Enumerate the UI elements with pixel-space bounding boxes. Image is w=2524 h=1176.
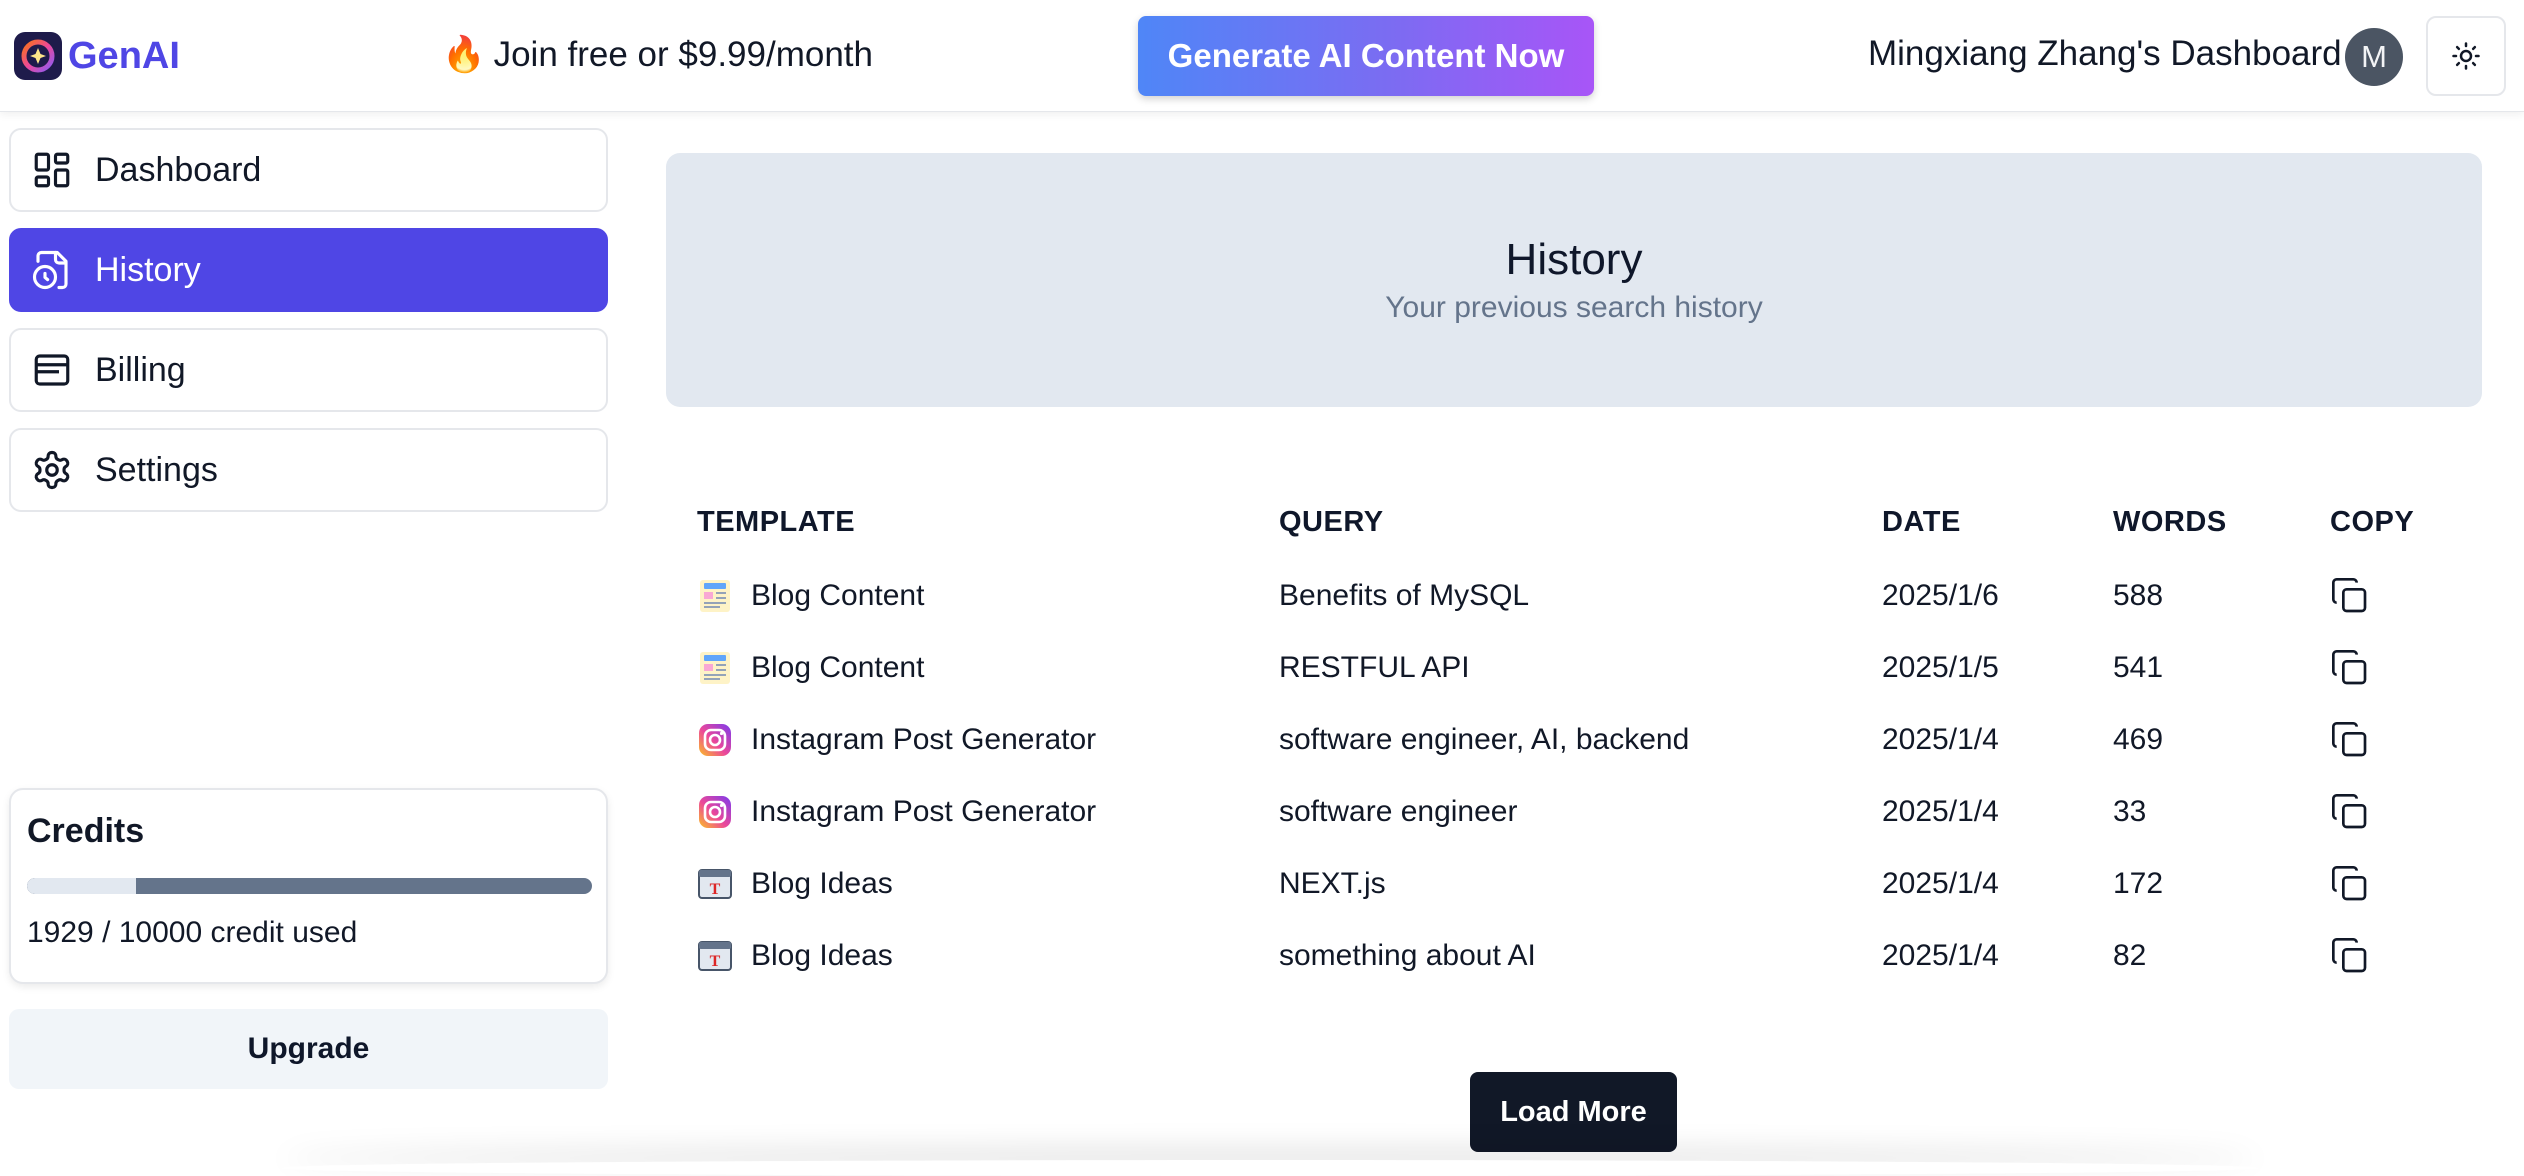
template-cell: T Blog Ideas [697,848,893,920]
instagram-icon [697,794,733,830]
blog-content-icon [697,578,733,614]
genai-logo-icon [14,32,62,80]
template-cell: Instagram Post Generator [697,776,1096,848]
wallet-icon [29,347,75,393]
column-header-template: TEMPLATE [697,506,856,538]
fire-icon: 🔥 [442,35,486,74]
upgrade-button[interactable]: Upgrade [9,1009,608,1089]
page-banner: History Your previous search history [666,153,2482,407]
template-name: Instagram Post Generator [751,795,1097,828]
page-title: History [1505,235,1643,284]
template-cell: Blog Content [697,632,924,704]
table-row: Instagram Post Generator software enginee… [0,704,2524,776]
file-clock-icon [29,247,75,293]
words-cell: 82 [2113,939,2147,972]
avatar[interactable]: M [2345,28,2403,86]
svg-text:T: T [710,881,721,898]
promo-text: Join free or $9.99/month [493,34,873,74]
sidebar-item-settings[interactable]: Settings [9,428,608,512]
column-header-query: QUERY [1279,506,1384,538]
table-row: T Blog Ideas NEXT.js 2025/1/4 172 [0,848,2524,920]
query-cell: Benefits of MySQL [1279,579,1530,612]
date-cell: 2025/1/4 [1882,939,1999,972]
bottom-edge-shadow [280,1160,2260,1176]
column-header-words: WORDS [2113,506,2227,538]
words-cell: 541 [2113,651,2164,684]
page-subtitle: Your previous search history [1385,291,1763,324]
copy-icon[interactable] [2330,720,2370,760]
sidebar-item-label: Settings [95,450,218,489]
sidebar-item-label: Dashboard [95,150,262,189]
template-cell: T Blog Ideas [697,920,893,992]
copy-icon[interactable] [2330,936,2370,976]
sidebar-item-dashboard[interactable]: Dashboard [9,128,608,212]
date-cell: 2025/1/4 [1882,723,1999,756]
generate-content-button[interactable]: Generate AI Content Now [1138,16,1594,96]
template-name: Blog Content [751,579,925,612]
instagram-icon [697,722,733,758]
sidebar-item-history[interactable]: History [9,228,608,312]
words-cell: 469 [2113,723,2164,756]
column-header-copy: COPY [2330,506,2415,538]
sun-icon [2452,42,2480,70]
blog-ideas-icon: T [697,866,733,902]
copy-icon[interactable] [2330,792,2370,832]
template-name: Blog Ideas [751,939,893,972]
template-name: Blog Ideas [751,867,893,900]
words-cell: 33 [2113,795,2147,828]
query-cell: NEXT.js [1279,867,1386,900]
sidebar-item-label: Billing [95,350,186,389]
query-cell: software engineer, AI, backend [1279,723,1690,756]
table-row: Blog Content RESTFUL API 2025/1/5 541 [0,632,2524,704]
theme-toggle-button[interactable] [2426,16,2506,96]
pricing-promo: 🔥 Join free or $9.99/month [442,34,873,75]
dashboard-grid-icon [29,147,75,193]
date-cell: 2025/1/4 [1882,867,1999,900]
query-cell: RESTFUL API [1279,651,1470,684]
blog-content-icon [697,650,733,686]
words-cell: 172 [2113,867,2164,900]
words-cell: 588 [2113,579,2164,612]
date-cell: 2025/1/4 [1882,795,1999,828]
copy-icon[interactable] [2330,864,2370,904]
dashboard-title: Mingxiang Zhang's Dashboard [1868,34,2342,73]
top-header: GenAI 🔥 Join free or $9.99/month Generat… [0,0,2524,112]
template-name: Blog Content [751,651,925,684]
sidebar-item-billing[interactable]: Billing [9,328,608,412]
template-name: Instagram Post Generator [751,723,1097,756]
gear-icon [29,447,75,493]
query-cell: something about AI [1279,939,1536,972]
table-row: T Blog Ideas something about AI 2025/1/4 82 [0,920,2524,992]
copy-icon[interactable] [2330,576,2370,616]
brand-name: GenAI [68,34,180,77]
table-row: Instagram Post Generator software enginee… [0,776,2524,848]
load-more-button[interactable]: Load More [1470,1072,1677,1152]
date-cell: 2025/1/6 [1882,579,1999,612]
blog-ideas-icon: T [697,938,733,974]
table-row: Blog Content Benefits of MySQL 2025/1/6 588 [0,560,2524,632]
template-cell: Instagram Post Generator [697,704,1096,776]
template-cell: Blog Content [697,560,924,632]
column-header-date: DATE [1882,506,1961,538]
copy-icon[interactable] [2330,648,2370,688]
sidebar-item-label: History [95,250,201,289]
date-cell: 2025/1/5 [1882,651,1999,684]
query-cell: software engineer [1279,795,1518,828]
svg-text:T: T [710,953,721,970]
brand-logo[interactable]: GenAI [14,32,180,80]
